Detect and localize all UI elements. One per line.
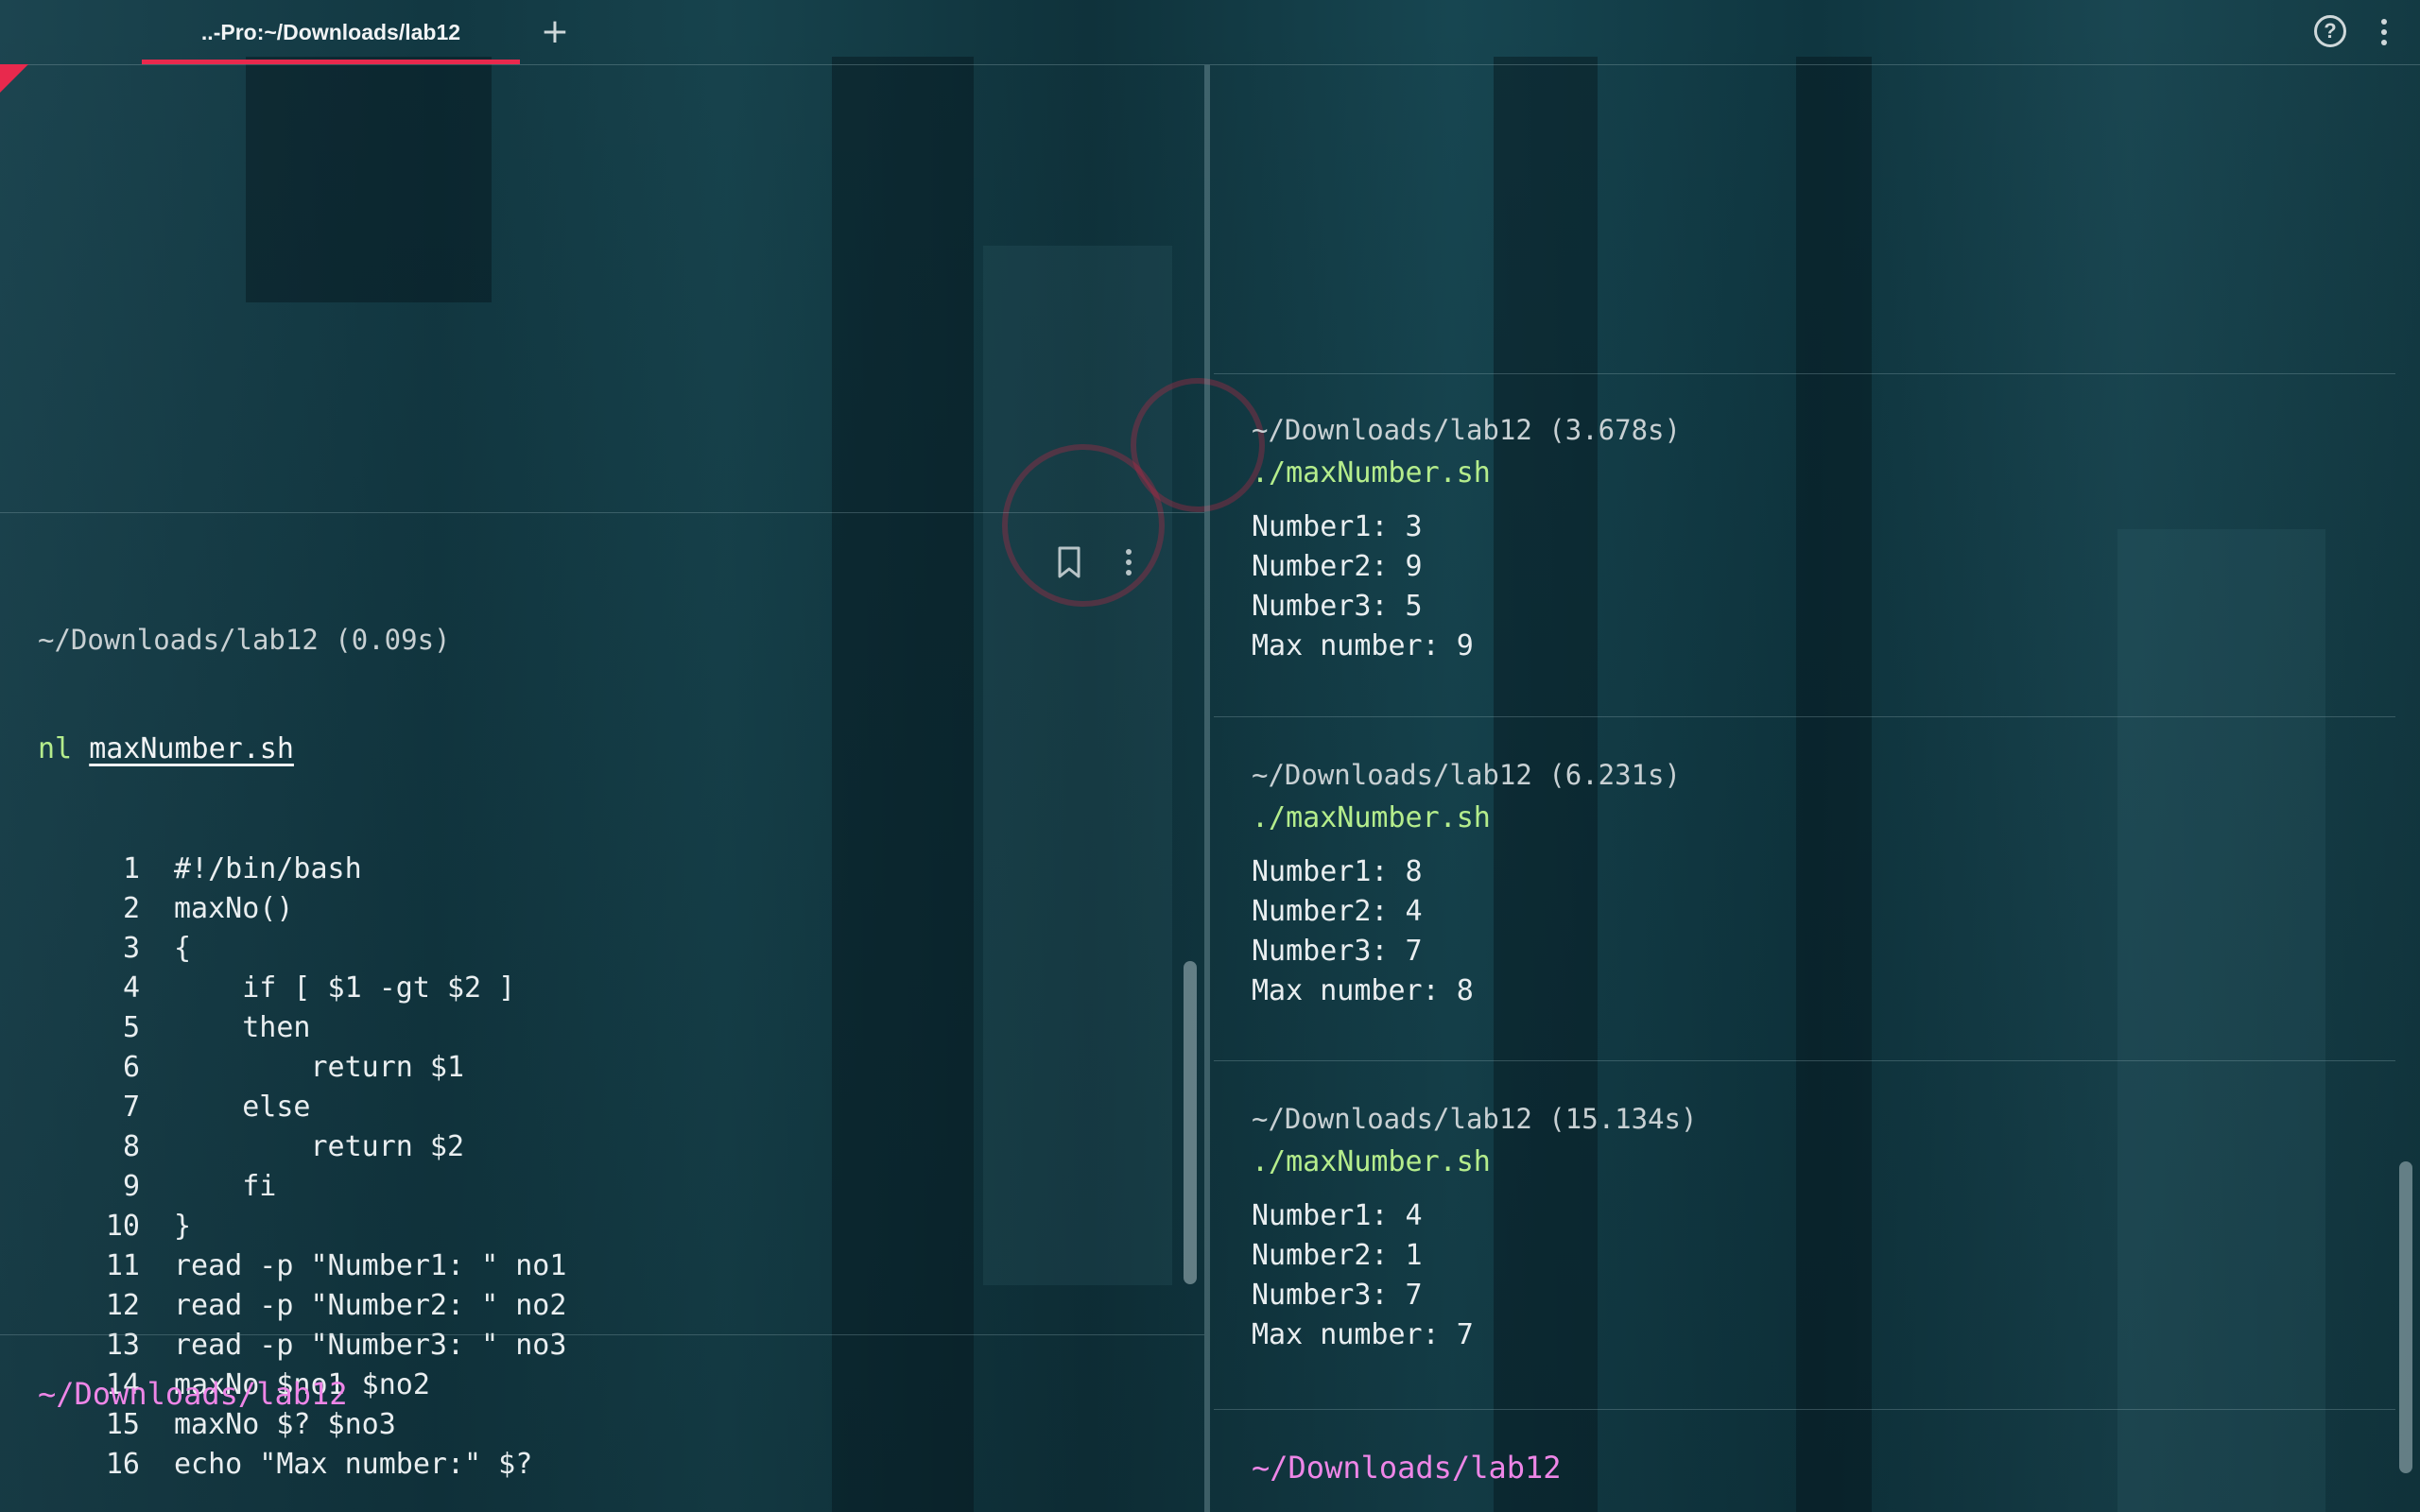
line-number: 7 — [122, 1091, 140, 1124]
input-prompt[interactable]: ~/Downloads/lab12 — [38, 1373, 348, 1415]
command-line: nl maxNumber.sh — [38, 729, 566, 770]
block-separator — [1214, 1409, 2395, 1410]
help-icon[interactable]: ? — [2314, 15, 2346, 47]
scrollbar-thumb[interactable] — [2399, 1161, 2412, 1473]
code-text: read -p "Number1: " no1 — [174, 1249, 567, 1282]
code-text: read -p "Number3: " no3 — [174, 1329, 567, 1362]
code-line: 1 #!/bin/bash — [38, 850, 566, 889]
code-line: 4 if [ $1 -gt $2 ] — [38, 969, 566, 1008]
line-number: 9 — [122, 1170, 140, 1203]
code-text: read -p "Number2: " no2 — [174, 1289, 567, 1322]
output-line: Number1: 8 — [1252, 855, 1423, 888]
code-text: } — [174, 1210, 192, 1243]
command-line: ./maxNumber.sh — [1252, 456, 1491, 490]
code-line: 5 then — [38, 1008, 566, 1048]
line-number: 12 — [105, 1289, 140, 1322]
input-prompt[interactable]: ~/Downloads/lab12 — [1252, 1447, 1562, 1488]
code-text: echo "Max number:" $? — [174, 1448, 533, 1481]
output-line: Number3: 7 — [1252, 935, 1423, 968]
line-number: 1 — [122, 852, 140, 885]
block-separator — [0, 512, 1204, 513]
tab-bar: ..-Pro:~/Downloads/lab12 + ? — [0, 0, 2420, 65]
command-argument-link[interactable]: maxNumber.sh — [89, 732, 294, 765]
code-text: return $1 — [174, 1051, 465, 1084]
new-tab-button[interactable]: + — [534, 11, 576, 53]
command-output: Number1: 4 Number2: 1 Number3: 7 Max number… — [1252, 1196, 1697, 1355]
output-line: Max number: 7 — [1252, 1318, 1474, 1351]
code-text: if [ $1 -gt $2 ] — [174, 971, 516, 1005]
block-separator — [1214, 373, 2395, 374]
code-line: 7 else — [38, 1088, 566, 1127]
code-text: #!/bin/bash — [174, 852, 362, 885]
code-text: return $2 — [174, 1130, 465, 1163]
pane-divider[interactable] — [1204, 65, 1210, 1512]
block-separator — [0, 1334, 1204, 1335]
code-line: 12 read -p "Number2: " no2 — [38, 1286, 567, 1326]
code-line: 16 echo "Max number:" $? — [38, 1445, 566, 1485]
code-text: else — [174, 1091, 311, 1124]
command-line: ./maxNumber.sh — [1252, 801, 1491, 834]
terminal-window: ..-Pro:~/Downloads/lab12 + ? ~/Downloads… — [0, 0, 2420, 1512]
block-separator — [1214, 716, 2395, 717]
block-menu-icon[interactable] — [1121, 545, 1136, 579]
line-number: 8 — [122, 1130, 140, 1163]
command-block[interactable]: ~/Downloads/lab12 (3.678s) ./maxNumber.sh… — [1252, 411, 1681, 666]
output-line: Number2: 4 — [1252, 895, 1423, 928]
output-line: Number2: 9 — [1252, 550, 1423, 583]
line-number: 3 — [122, 932, 140, 965]
right-terminal-pane[interactable]: ~/Downloads/lab12 (3.678s) ./maxNumber.sh… — [1214, 65, 2420, 1512]
code-line: 3{ — [38, 929, 566, 969]
line-number: 10 — [105, 1210, 140, 1243]
command-output: Number1: 8 Number2: 4 Number3: 7 Max number… — [1252, 852, 1681, 1011]
block-meta: ~/Downloads/lab12 (6.231s) — [1252, 759, 1681, 791]
block-separator — [1214, 1060, 2395, 1061]
scrollbar-thumb[interactable] — [1184, 961, 1197, 1284]
line-number: 4 — [122, 971, 140, 1005]
line-number: 13 — [105, 1329, 140, 1362]
code-text: then — [174, 1011, 311, 1044]
bookmark-icon[interactable] — [1055, 545, 1083, 579]
block-meta: ~/Downloads/lab12 (0.09s) — [38, 624, 451, 656]
line-number: 5 — [122, 1011, 140, 1044]
command-name: nl — [38, 732, 73, 765]
output-line: Number3: 5 — [1252, 590, 1423, 623]
line-number: 11 — [105, 1249, 140, 1282]
command-block[interactable]: ~/Downloads/lab12 (15.134s) ./maxNumber.s… — [1252, 1100, 1697, 1355]
block-meta: ~/Downloads/lab12 (15.134s) — [1252, 1103, 1698, 1135]
code-line: 9 fi — [38, 1167, 566, 1207]
code-line: 8 return $2 — [38, 1127, 566, 1167]
code-line: 2 maxNo() — [38, 889, 566, 929]
line-number: 6 — [122, 1051, 140, 1084]
output-line: Number2: 1 — [1252, 1239, 1423, 1272]
command-block[interactable]: ~/Downloads/lab12 (0.09s) nl maxNumber.s… — [38, 555, 566, 1512]
output-line: Number3: 7 — [1252, 1279, 1423, 1312]
code-line: 10} — [38, 1207, 566, 1246]
line-number: 16 — [105, 1448, 140, 1481]
code-text: maxNo() — [174, 892, 294, 925]
output-line: Number1: 4 — [1252, 1199, 1423, 1232]
command-block[interactable]: ~/Downloads/lab12 (6.231s) ./maxNumber.sh… — [1252, 756, 1681, 1011]
command-line: ./maxNumber.sh — [1252, 1145, 1491, 1178]
code-line: 13 read -p "Number3: " no3 — [38, 1326, 567, 1366]
vertical-dots-icon[interactable] — [2375, 15, 2394, 49]
code-text: fi — [174, 1170, 277, 1203]
output-line: Number1: 3 — [1252, 510, 1423, 543]
code-line: 6 return $1 — [38, 1048, 566, 1088]
code-line: 11 read -p "Number1: " no1 — [38, 1246, 567, 1286]
block-meta: ~/Downloads/lab12 (3.678s) — [1252, 414, 1681, 446]
left-terminal-pane[interactable]: ~/Downloads/lab12 (0.09s) nl maxNumber.s… — [0, 65, 1204, 1512]
output-line: Max number: 8 — [1252, 974, 1474, 1007]
tab-terminal[interactable]: ..-Pro:~/Downloads/lab12 — [142, 0, 520, 64]
active-tab-indicator — [142, 60, 520, 64]
code-text: { — [174, 932, 192, 965]
command-output: Number1: 3 Number2: 9 Number3: 5 Max number… — [1252, 507, 1681, 666]
line-number: 2 — [122, 892, 140, 925]
output-line: Max number: 9 — [1252, 629, 1474, 662]
